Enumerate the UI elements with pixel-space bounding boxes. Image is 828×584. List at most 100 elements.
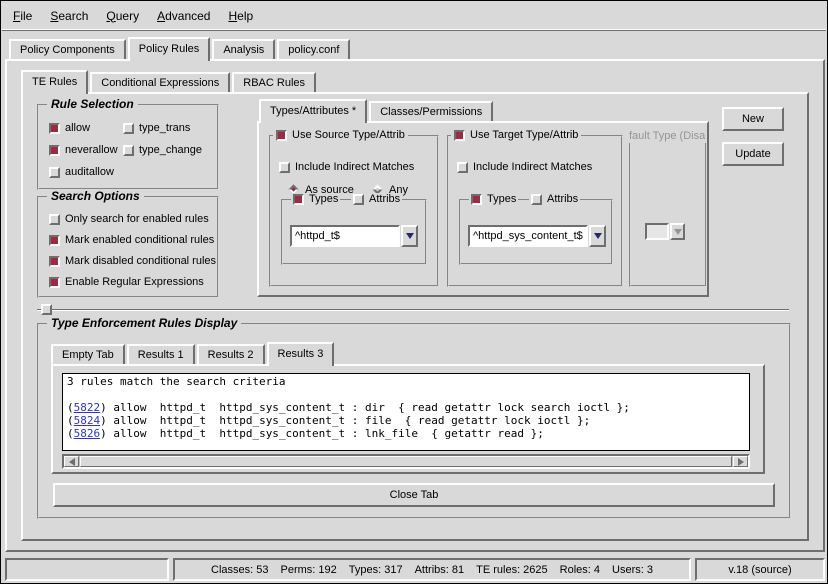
tab-te-rules[interactable]: TE Rules <box>21 70 88 94</box>
checkbox-indicator <box>123 145 134 156</box>
checkbox-mark-disabled-conditional[interactable]: Mark disabled conditional rules <box>49 255 216 267</box>
scroll-right-button[interactable] <box>733 456 748 467</box>
menu-help[interactable]: Help <box>219 6 262 26</box>
rule-id-link[interactable]: 5826 <box>74 427 101 440</box>
scroll-left-button[interactable] <box>64 456 79 467</box>
checkbox-label: Mark disabled conditional rules <box>65 255 216 267</box>
stat-roles: Roles: 4 <box>560 564 600 576</box>
target-type-combo[interactable]: ^httpd_sys_content_t$ <box>468 225 606 247</box>
pane-sash[interactable] <box>37 309 789 311</box>
source-attribs-checkbox[interactable]: Attribs <box>351 193 402 205</box>
search-options-group: Search Options Only search for enabled r… <box>37 196 219 298</box>
tab-results-3[interactable]: Results 3 <box>267 342 335 366</box>
checkbox-label: neverallow <box>65 144 118 156</box>
source-type-combo-entry[interactable]: ^httpd_t$ <box>290 225 400 247</box>
rule-text: ) allow httpd_t httpd_sys_content_t : fi… <box>100 414 590 427</box>
pane-sash-handle[interactable] <box>41 304 52 315</box>
target-type-group: Use Target Type/Attrib Include Indirect … <box>447 135 623 287</box>
update-button[interactable]: Update <box>722 142 784 166</box>
checkbox-allow[interactable]: allow <box>49 122 90 134</box>
status-panel-version: v.18 (source) <box>695 558 825 581</box>
combo-dropdown-button[interactable] <box>401 225 418 247</box>
checkbox-label: Include Indirect Matches <box>473 161 592 173</box>
arrow-right-icon <box>738 458 744 466</box>
checkbox-indicator <box>49 235 60 246</box>
version-label: v.18 (source) <box>728 564 791 576</box>
tab-label: Classes/Permissions <box>380 106 482 118</box>
app-window: File Search Query Advanced Help Policy C… <box>0 0 828 584</box>
source-types-checkbox[interactable]: Types <box>291 193 340 205</box>
stat-te-rules: TE rules: 2625 <box>476 564 548 576</box>
default-type-combo-entry <box>645 223 669 240</box>
checkbox-neverallow[interactable]: neverallow <box>49 144 118 156</box>
target-type-combo-entry[interactable]: ^httpd_sys_content_t$ <box>468 225 588 247</box>
te-rules-display-group: Type Enforcement Rules Display Empty Tab… <box>37 323 791 519</box>
checkbox-label: Only search for enabled rules <box>65 213 209 225</box>
tab-empty-tab[interactable]: Empty Tab <box>51 344 125 364</box>
target-types-checkbox[interactable]: Types <box>469 193 518 205</box>
target-enable-checkbox[interactable]: Use Target Type/Attrib <box>451 128 581 142</box>
checkbox-only-enabled-rules[interactable]: Only search for enabled rules <box>49 213 209 225</box>
horizontal-scrollbar[interactable] <box>62 454 750 469</box>
source-type-combo[interactable]: ^httpd_t$ <box>290 225 418 247</box>
menu-query[interactable]: Query <box>97 6 148 26</box>
checkbox-type-trans[interactable]: type_trans <box>123 122 190 134</box>
tab-analysis[interactable]: Analysis <box>212 39 275 59</box>
checkbox-label: Include Indirect Matches <box>295 161 414 173</box>
scrollbar-thumb[interactable] <box>80 456 732 467</box>
tab-label: Results 2 <box>208 349 254 361</box>
main-tab-bar: Policy Components Policy Rules Analysis … <box>9 35 352 59</box>
rule-id-link[interactable]: 5824 <box>74 414 101 427</box>
checkbox-mark-enabled-conditional[interactable]: Mark enabled conditional rules <box>49 234 214 246</box>
target-indirect-checkbox[interactable]: Include Indirect Matches <box>457 161 592 173</box>
close-tab-button[interactable]: Close Tab <box>53 483 775 507</box>
tab-label: Types/Attributes * <box>270 105 356 117</box>
tab-results-2[interactable]: Results 2 <box>197 344 265 364</box>
checkbox-auditallow[interactable]: auditallow <box>49 166 114 178</box>
tab-policy-conf[interactable]: policy.conf <box>277 39 350 59</box>
checkbox-label: Attribs <box>547 193 578 205</box>
checkbox-label: type_change <box>139 144 202 156</box>
new-button[interactable]: New <box>722 107 784 131</box>
checkbox-label: Attribs <box>369 193 400 205</box>
tab-label: Policy Components <box>20 44 115 56</box>
checkbox-enable-regex[interactable]: Enable Regular Expressions <box>49 276 204 288</box>
checkbox-indicator <box>454 130 465 141</box>
tab-types-attributes[interactable]: Types/Attributes * <box>259 99 367 123</box>
stat-perms: Perms: 192 <box>281 564 337 576</box>
stat-users: Users: 3 <box>612 564 653 576</box>
source-enable-checkbox[interactable]: Use Source Type/Attrib <box>273 128 408 142</box>
rule-id-link[interactable]: 5822 <box>74 401 101 414</box>
results-text-area[interactable]: 3 rules match the search criteria (5822)… <box>62 373 750 451</box>
checkbox-type-change[interactable]: type_change <box>123 144 202 156</box>
menu-search[interactable]: Search <box>41 6 97 26</box>
checkbox-indicator <box>471 194 482 205</box>
stat-attribs: Attribs: 81 <box>415 564 465 576</box>
chevron-down-icon <box>674 229 682 235</box>
menu-bar: File Search Query Advanced Help <box>2 2 826 29</box>
tab-rbac-rules[interactable]: RBAC Rules <box>232 72 316 92</box>
rule-text: ) allow httpd_t httpd_sys_content_t : ln… <box>100 427 544 440</box>
tab-results-1[interactable]: Results 1 <box>127 344 195 364</box>
checkbox-indicator <box>293 194 304 205</box>
checkbox-indicator <box>123 123 134 134</box>
checkbox-indicator <box>49 123 60 134</box>
menu-file[interactable]: File <box>4 6 41 26</box>
menu-advanced[interactable]: Advanced <box>148 6 219 26</box>
chevron-down-icon <box>594 233 602 239</box>
status-panel-left <box>5 558 169 581</box>
stat-classes: Classes: 53 <box>211 564 268 576</box>
blank-line <box>67 388 745 401</box>
tab-policy-components[interactable]: Policy Components <box>9 39 126 59</box>
checkbox-label: type_trans <box>139 122 190 134</box>
te-rule-line: (5822) allow httpd_t httpd_sys_content_t… <box>67 401 745 414</box>
source-indirect-checkbox[interactable]: Include Indirect Matches <box>279 161 414 173</box>
tab-classes-permissions[interactable]: Classes/Permissions <box>369 101 493 121</box>
tab-policy-rules[interactable]: Policy Rules <box>128 37 211 61</box>
target-attribs-checkbox[interactable]: Attribs <box>529 193 580 205</box>
tab-conditional-expressions[interactable]: Conditional Expressions <box>90 72 230 92</box>
rule-tab-bar: TE Rules Conditional Expressions RBAC Ru… <box>21 70 318 92</box>
combo-dropdown-button[interactable] <box>589 225 606 247</box>
checkbox-label: Types <box>309 193 338 205</box>
group-title: Use Source Type/Attrib <box>292 128 405 142</box>
